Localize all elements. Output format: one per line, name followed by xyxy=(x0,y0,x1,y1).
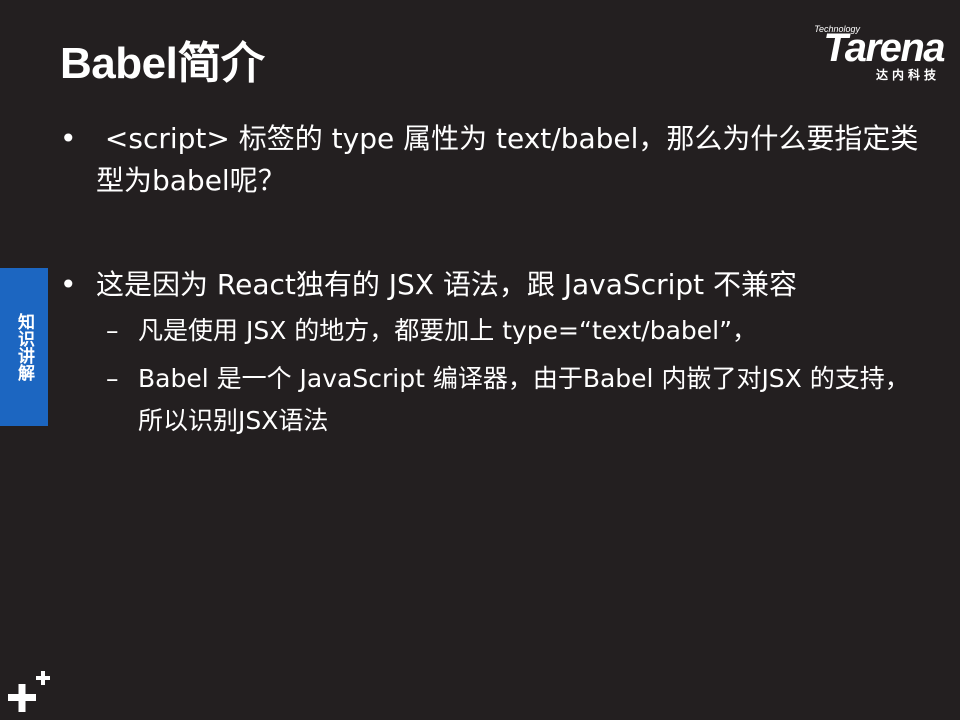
bullet-marker: • xyxy=(60,122,77,155)
logo-wordmark: Tarena xyxy=(823,26,945,70)
bullet-marker: • xyxy=(60,268,77,301)
section-tab-label: 知识讲解 xyxy=(14,313,34,381)
tarena-logo: Technology Tarena 达内科技 xyxy=(774,22,945,86)
slide-body: • <script> 标签的 type 属性为 text/babel，那么为什么… xyxy=(60,118,920,442)
sub-bullet-item: – 凡是使用 JSX 的地方，都要加上 type=“text/babel”， xyxy=(60,310,920,352)
slide-title: Babel简介 xyxy=(60,39,265,88)
bullet-text: <script> 标签的 type 属性为 text/babel，那么为什么要指… xyxy=(96,122,919,197)
bullet-item: • <script> 标签的 type 属性为 text/babel，那么为什么… xyxy=(60,118,920,202)
bullet-text: 这是因为 React独有的 JSX 语法，跟 JavaScript 不兼容 xyxy=(96,268,798,301)
section-tab: 知识讲解 xyxy=(0,268,48,426)
sub-bullet-item: – Babel 是一个 JavaScript 编译器，由于Babel 内嵌了对J… xyxy=(60,358,920,442)
sub-bullet-marker: – xyxy=(106,364,119,393)
logo-chinese-name: 达内科技 xyxy=(875,68,940,82)
sub-bullet-text: 凡是使用 JSX 的地方，都要加上 type=“text/babel”， xyxy=(138,316,758,345)
plus-sparkle-icon xyxy=(8,671,50,712)
slide: Babel简介 Technology Tarena 达内科技 知识讲解 • <s… xyxy=(0,0,960,720)
bullet-item: • 这是因为 React独有的 JSX 语法，跟 JavaScript 不兼容 xyxy=(60,264,920,306)
sub-bullet-marker: – xyxy=(106,316,119,345)
sub-bullet-text: Babel 是一个 JavaScript 编译器，由于Babel 内嵌了对JSX… xyxy=(138,364,910,435)
